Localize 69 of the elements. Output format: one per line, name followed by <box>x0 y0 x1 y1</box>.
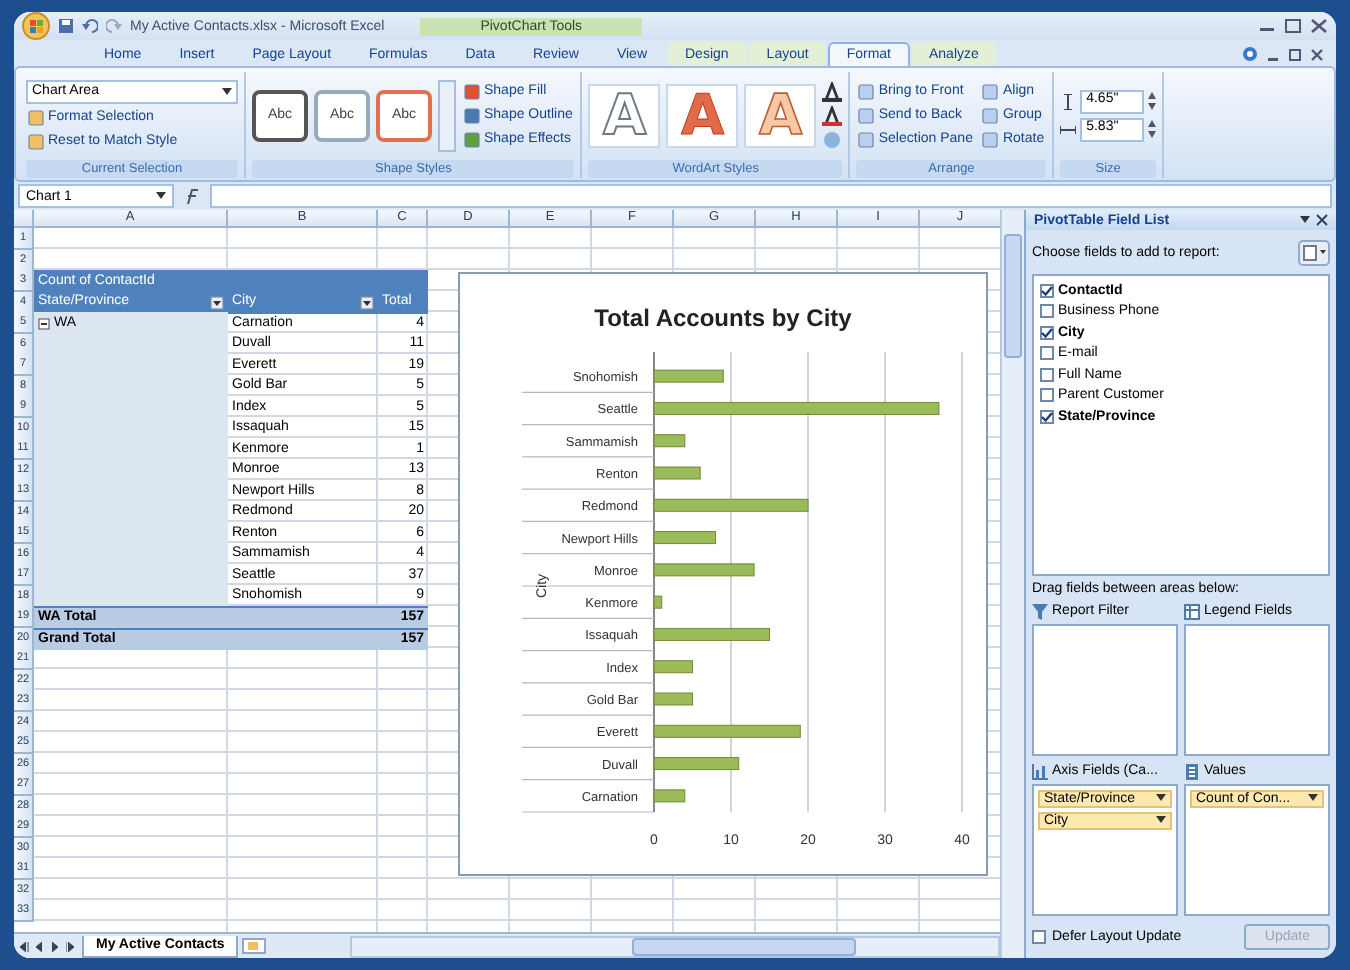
dropdown-icon <box>1300 216 1310 225</box>
checkbox[interactable] <box>1040 409 1054 424</box>
layout-button[interactable] <box>1298 239 1330 266</box>
height-icon <box>1060 93 1077 109</box>
check-icon <box>1040 409 1054 424</box>
square-icon <box>28 133 44 149</box>
checkbox[interactable] <box>1040 346 1054 361</box>
square-icon <box>982 83 999 99</box>
filter-button[interactable] <box>360 295 374 309</box>
caret-icon <box>156 192 166 200</box>
undo-icon[interactable] <box>82 18 98 34</box>
function-icon[interactable] <box>182 187 202 205</box>
last-sheet-icon[interactable] <box>66 939 78 953</box>
bar <box>653 627 770 641</box>
checkbox[interactable] <box>1040 325 1054 340</box>
office-button[interactable] <box>22 12 50 40</box>
bar <box>653 692 693 706</box>
caret-icon <box>222 87 232 95</box>
vertical-scrollbar[interactable] <box>1000 210 1024 958</box>
square-icon <box>982 107 999 123</box>
bar <box>653 466 701 480</box>
bar <box>653 563 755 577</box>
bar <box>653 789 686 803</box>
collapse-icon[interactable] <box>38 317 50 329</box>
caret-icon <box>1156 816 1166 825</box>
bar <box>653 660 693 674</box>
width-icon <box>1060 121 1077 137</box>
maximize-icon[interactable] <box>1284 18 1302 34</box>
bar <box>653 757 740 771</box>
caret-icon <box>1308 794 1318 803</box>
square-icon <box>464 83 480 99</box>
first-sheet-icon[interactable] <box>18 939 30 953</box>
close-icon[interactable] <box>1310 47 1324 61</box>
text-fill-icon[interactable] <box>822 81 843 101</box>
previous-sheet-icon[interactable] <box>34 939 46 953</box>
caret-icon <box>1156 794 1166 803</box>
filter-icon <box>1032 603 1048 620</box>
bar <box>653 434 686 448</box>
bar <box>653 531 717 545</box>
bar-chart-icon <box>1032 763 1048 780</box>
square-icon <box>858 131 875 147</box>
checkbox[interactable] <box>1040 283 1054 298</box>
close-icon[interactable] <box>1316 214 1328 227</box>
bar <box>653 595 663 609</box>
save-icon[interactable] <box>58 18 74 34</box>
square-icon <box>858 83 875 99</box>
formula-field[interactable] <box>210 184 1332 208</box>
restore-icon[interactable] <box>1288 47 1302 61</box>
horizontal-scrollbar[interactable] <box>350 935 1000 957</box>
square-icon <box>464 131 480 147</box>
close-icon[interactable] <box>1310 18 1328 34</box>
square-icon <box>464 107 480 123</box>
square-icon <box>858 107 875 123</box>
checkbox[interactable] <box>1040 388 1054 403</box>
filter-button[interactable] <box>210 295 224 309</box>
check-icon <box>1040 325 1054 340</box>
square-icon <box>982 131 999 147</box>
check-icon <box>1040 283 1054 298</box>
text-outline-icon[interactable] <box>822 105 843 125</box>
next-sheet-icon[interactable] <box>50 939 62 953</box>
bar <box>653 369 724 383</box>
wordart-sample[interactable]: A <box>588 83 661 147</box>
square-icon <box>28 109 44 125</box>
chart-title: Total Accounts by City <box>594 304 852 332</box>
help-icon[interactable] <box>1242 46 1258 62</box>
checkbox[interactable] <box>1040 304 1054 319</box>
grid-icon <box>1184 603 1200 620</box>
checkbox[interactable] <box>1040 367 1054 382</box>
checkbox[interactable] <box>1032 929 1046 944</box>
